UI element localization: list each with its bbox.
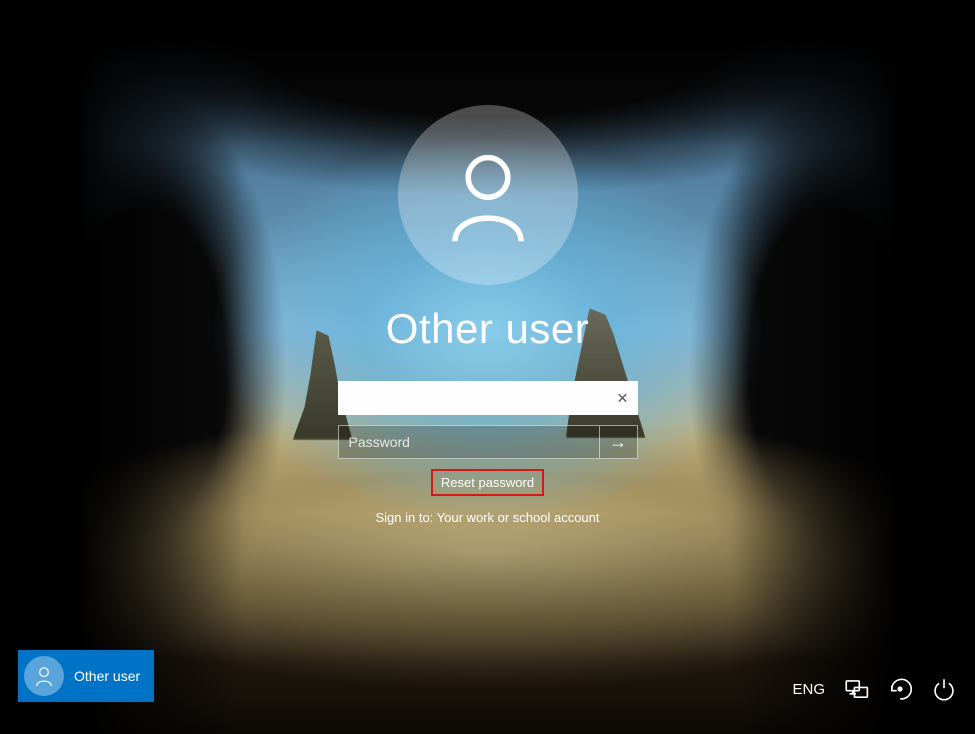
ease-of-access-icon xyxy=(887,676,913,702)
password-row: → xyxy=(338,425,638,459)
close-icon: ✕ xyxy=(617,390,629,407)
clear-username-button[interactable]: ✕ xyxy=(608,381,638,415)
signin-hint: Sign in to: Your work or school account xyxy=(375,510,599,525)
username-row: ✕ xyxy=(338,381,638,415)
reset-password-link[interactable]: Reset password xyxy=(431,469,544,496)
password-input[interactable] xyxy=(338,425,600,459)
network-button[interactable] xyxy=(843,676,869,702)
user-switcher-other-user[interactable]: Other user xyxy=(18,650,154,702)
system-tray: ENG xyxy=(792,676,957,702)
user-title: Other user xyxy=(386,305,589,353)
language-button[interactable]: ENG xyxy=(792,681,825,698)
username-input[interactable] xyxy=(338,381,608,415)
network-icon xyxy=(843,676,869,702)
user-avatar xyxy=(398,105,578,285)
user-switcher-avatar xyxy=(24,656,64,696)
arrow-right-icon: → xyxy=(609,432,627,453)
login-panel: Other user ✕ → Reset password Sign in to… xyxy=(338,105,638,525)
submit-button[interactable]: → xyxy=(600,425,638,459)
user-switcher-label: Other user xyxy=(74,668,140,684)
user-icon xyxy=(433,140,543,250)
power-icon xyxy=(931,676,957,702)
user-icon xyxy=(32,664,56,688)
power-button[interactable] xyxy=(931,676,957,702)
ease-of-access-button[interactable] xyxy=(887,676,913,702)
